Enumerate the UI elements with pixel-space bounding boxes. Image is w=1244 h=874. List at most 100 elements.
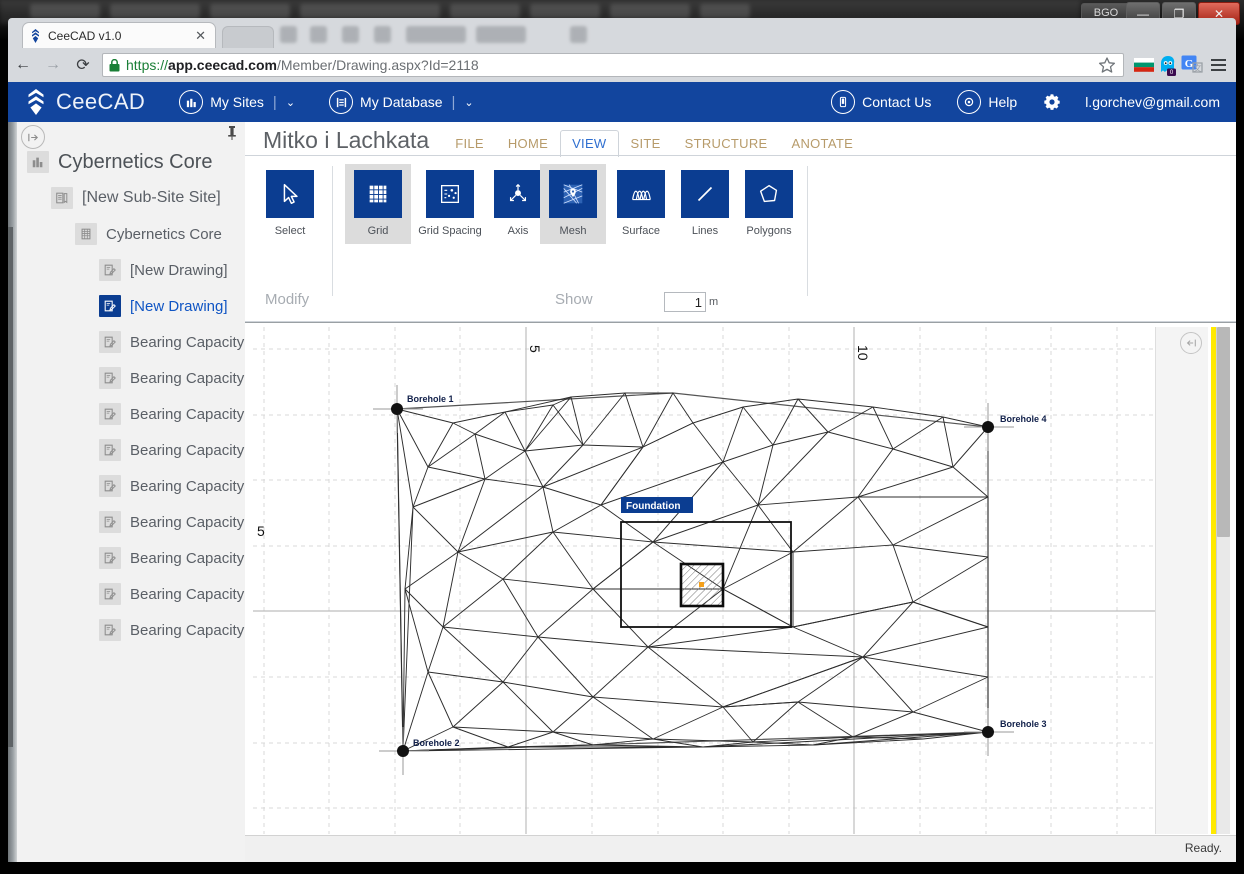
sidebar: Cybernetics Core [New Sub-Site Site] Cyber… bbox=[8, 122, 246, 862]
reload-icon[interactable]: ⟳ bbox=[68, 50, 98, 80]
polygons-button-label: Polygons bbox=[746, 225, 792, 237]
lines-button-label: Lines bbox=[691, 225, 719, 237]
browser-navbar: ← → ⟳ https://app.ceecad.com/Member/Draw… bbox=[8, 48, 1236, 82]
application-window: BGO — ❐ ✕ CeeCAD v1.0 ✕ ← → ⟳ https://ap… bbox=[0, 0, 1244, 874]
ribbon-body: Select Modify Grid Grid Spacing 1 m Axis… bbox=[245, 156, 1236, 322]
grid-spacing-icon bbox=[426, 170, 474, 218]
sidebar-item-8[interactable]: Bearing Capacity bbox=[17, 432, 245, 468]
drawing-icon bbox=[99, 403, 121, 425]
drawing-svg: Foundation Borehole 1 Borehole 2 Borehol… bbox=[253, 327, 1203, 834]
sidebar-item-10[interactable]: Bearing Capacity bbox=[17, 504, 245, 540]
sidebar-item-7[interactable]: Bearing Capacity bbox=[17, 396, 245, 432]
ribbon-title-row: Mitko i Lachkata FILE HOME VIEW SITE STRUCTU… bbox=[245, 122, 1236, 157]
ceecad-logo-icon bbox=[24, 89, 48, 115]
close-icon[interactable]: ✕ bbox=[192, 29, 209, 42]
sidebar-scroll-rail[interactable] bbox=[8, 227, 13, 747]
svg-text:文: 文 bbox=[1194, 63, 1202, 73]
browser-tab-active[interactable]: CeeCAD v1.0 ✕ bbox=[22, 22, 216, 48]
drawing-viewport[interactable]: Foundation Borehole 1 Borehole 2 Borehol… bbox=[253, 327, 1236, 834]
borehole-4-label: Borehole 4 bbox=[1000, 414, 1047, 424]
nav-my-database[interactable]: My Database bbox=[329, 90, 443, 114]
google-translate-icon[interactable]: G 文 bbox=[1180, 52, 1204, 78]
grid-spacing-unit: m bbox=[709, 296, 719, 308]
phone-icon bbox=[831, 90, 856, 114]
sites-icon bbox=[179, 90, 204, 114]
back-icon[interactable]: ← bbox=[8, 50, 38, 80]
canvas-scrollbar-thumb[interactable] bbox=[1217, 327, 1230, 537]
topbar-right: Contact Us Help l.gorchev@gmail.com bbox=[805, 90, 1220, 114]
tab-home[interactable]: HOME bbox=[496, 130, 560, 157]
chevron-down-icon-2[interactable]: ⌄ bbox=[464, 96, 473, 109]
surface-icon bbox=[617, 170, 665, 218]
sidebar-item-12[interactable]: Bearing Capacity bbox=[17, 576, 245, 612]
sidebar-item-0[interactable]: Cybernetics Core bbox=[17, 144, 245, 180]
chevron-down-icon[interactable]: ⌄ bbox=[286, 96, 295, 109]
sidebar-item-3[interactable]: [New Drawing] bbox=[17, 252, 245, 288]
pin-icon[interactable] bbox=[226, 125, 238, 141]
nav-separator-1: | bbox=[272, 93, 277, 111]
lines-icon bbox=[681, 170, 729, 218]
star-outline-icon[interactable] bbox=[1097, 55, 1117, 75]
tab-view[interactable]: VIEW bbox=[560, 130, 619, 157]
page-title: Mitko i Lachkata bbox=[263, 127, 430, 153]
drawing-icon bbox=[99, 583, 121, 605]
x-tick-10: 10 bbox=[855, 345, 871, 361]
nav-my-sites-label: My Sites bbox=[210, 94, 264, 110]
tab-file[interactable]: FILE bbox=[443, 130, 496, 157]
user-email[interactable]: l.gorchev@gmail.com bbox=[1085, 94, 1220, 110]
tab-structure[interactable]: STRUCTURE bbox=[673, 130, 780, 157]
grid-spacing-button-label: Grid Spacing bbox=[418, 225, 482, 237]
mesh-icon bbox=[549, 170, 597, 218]
mesh-button[interactable]: Mesh bbox=[540, 164, 606, 244]
grid-button[interactable]: Grid bbox=[345, 164, 411, 244]
sidebar-item-2[interactable]: Cybernetics Core bbox=[17, 216, 245, 252]
nav-my-sites[interactable]: My Sites bbox=[179, 90, 264, 114]
nav-my-database-label: My Database bbox=[360, 94, 443, 110]
sidebar-item-label: [New Sub-Site Site] bbox=[82, 189, 221, 206]
nav-help-label: Help bbox=[988, 94, 1018, 110]
borehole-3-label: Borehole 3 bbox=[1000, 719, 1047, 729]
group-label-show: Show bbox=[555, 291, 593, 308]
polygons-icon bbox=[745, 170, 793, 218]
y-tick-5: 5 bbox=[257, 523, 265, 539]
collapse-right-icon[interactable] bbox=[1180, 332, 1202, 354]
canvas-right-strip bbox=[1155, 327, 1208, 834]
address-bar[interactable]: https://app.ceecad.com/Member/Drawing.as… bbox=[102, 53, 1124, 77]
group-divider-2 bbox=[807, 166, 808, 296]
sidebar-item-5[interactable]: Bearing Capacity bbox=[17, 324, 245, 360]
drawing-icon bbox=[99, 331, 121, 353]
help-icon bbox=[957, 90, 982, 114]
surface-button[interactable]: Surface bbox=[608, 170, 674, 238]
hamburger-menu-icon[interactable] bbox=[1204, 52, 1232, 78]
sidebar-item-4[interactable]: [New Drawing] bbox=[17, 288, 245, 324]
app-brand[interactable]: CeeCAD bbox=[24, 89, 145, 115]
forward-icon[interactable]: → bbox=[38, 50, 68, 80]
database-icon bbox=[329, 90, 354, 114]
nav-contact-us[interactable]: Contact Us bbox=[831, 90, 931, 114]
browser-tab-inactive[interactable] bbox=[222, 26, 274, 49]
tab-anotate[interactable]: ANOTATE bbox=[779, 130, 865, 157]
gear-icon[interactable] bbox=[1043, 93, 1061, 111]
select-button[interactable]: Select bbox=[257, 170, 323, 238]
ghostery-icon[interactable]: 0 bbox=[1156, 52, 1180, 78]
sidebar-item-11[interactable]: Bearing Capacity bbox=[17, 540, 245, 576]
polygons-button[interactable]: Polygons bbox=[736, 170, 802, 238]
sidebar-item-1[interactable]: [New Sub-Site Site] bbox=[17, 180, 245, 216]
lines-button[interactable]: Lines bbox=[672, 170, 738, 238]
sidebar-item-13[interactable]: Bearing Capacity bbox=[17, 612, 245, 648]
nav-help[interactable]: Help bbox=[957, 90, 1017, 114]
status-bar: Ready. bbox=[245, 835, 1236, 862]
sidebar-item-label: Bearing Capacity bbox=[130, 405, 245, 423]
surface-button-label: Surface bbox=[622, 225, 660, 237]
grid-spacing-input[interactable]: 1 bbox=[664, 292, 706, 312]
sidebar-item-6[interactable]: Bearing Capacity bbox=[17, 360, 245, 396]
ribbon-tabs: FILE HOME VIEW SITE STRUCTURE ANOTATE bbox=[443, 129, 865, 157]
bulgaria-flag-icon[interactable] bbox=[1132, 52, 1156, 78]
tab-site[interactable]: SITE bbox=[619, 130, 673, 157]
drawing-icon bbox=[99, 259, 121, 281]
sidebar-item-label: Bearing Capacity bbox=[130, 621, 245, 639]
sidebar-item-9[interactable]: Bearing Capacity bbox=[17, 468, 245, 504]
lock-icon bbox=[109, 58, 120, 72]
grid-icon bbox=[354, 170, 402, 218]
grid-spacing-button[interactable]: Grid Spacing bbox=[417, 170, 483, 238]
